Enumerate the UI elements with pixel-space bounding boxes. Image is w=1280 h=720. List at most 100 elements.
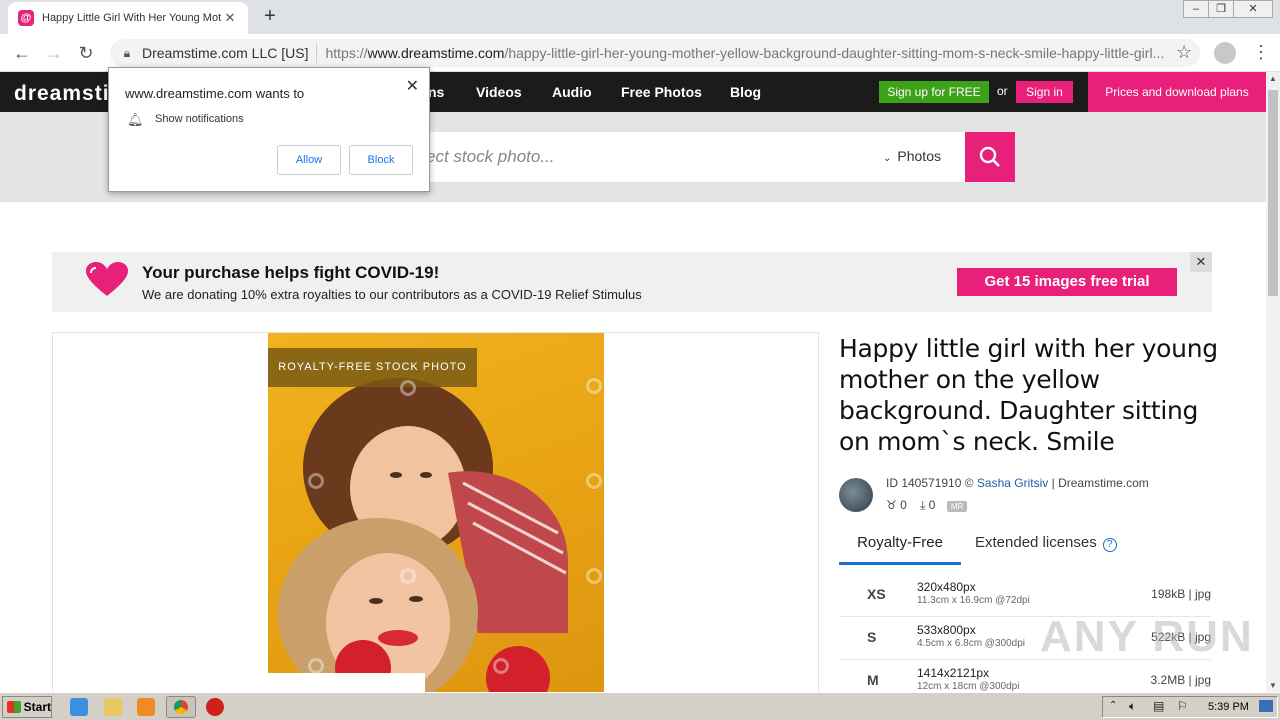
site-suffix: | Dreamstime.com [1051, 476, 1149, 490]
nav-link-videos[interactable]: Videos [476, 84, 522, 100]
covid-subtitle: We are donating 10% extra royalties to o… [142, 287, 642, 302]
size-print: 12cm x 18cm @300dpi [917, 681, 1020, 692]
bell-icon: 🔔︎ [127, 112, 144, 127]
reload-icon[interactable]: ↻ [74, 42, 98, 64]
size-print: 11.3cm x 16.9cm @72dpi [917, 595, 1030, 606]
antivirus-icon[interactable] [206, 698, 224, 716]
media-player-icon[interactable] [137, 698, 155, 716]
search-type-select[interactable]: ⌄ Photos [883, 148, 941, 164]
size-file: 3.2MB | jpg [1150, 673, 1211, 687]
close-popup-icon[interactable]: ✕ [406, 76, 419, 96]
notification-permission-popup: www.dreamstime.com wants to ✕ 🔔︎ Show no… [108, 67, 430, 192]
windows-taskbar: Start ⌃ 🔈︎ ▤ ⚐ 5:39 PM [0, 692, 1280, 720]
image-panel: ROYALTY-FREE STOCK PHOTO [52, 332, 819, 702]
browser-menu-icon[interactable]: ⋮ [1252, 42, 1270, 63]
restore-window-button[interactable]: ❐ [1208, 0, 1234, 18]
network-icon[interactable]: ▤ [1153, 699, 1164, 713]
chrome-icon [174, 700, 188, 714]
show-desktop-icon[interactable] [1259, 700, 1273, 712]
explorer-folder-icon[interactable] [104, 698, 122, 716]
scroll-thumb[interactable] [1268, 90, 1278, 296]
search-button[interactable] [965, 132, 1015, 182]
search-input[interactable] [418, 132, 868, 182]
account-avatar-icon[interactable] [1214, 42, 1236, 64]
download-icon: ⤓ [920, 498, 926, 512]
url-path: /happy-little-girl-her-young-mother-yell… [504, 45, 1165, 61]
royalty-free-badge: ROYALTY-FREE STOCK PHOTO [268, 348, 477, 387]
size-row-xs[interactable]: XS 320x480px 11.3cm x 16.9cm @72dpi 198k… [839, 574, 1211, 617]
volume-icon[interactable]: 🔈︎ [1129, 699, 1136, 714]
certificate-org: Dreamstime.com LLC [US] [140, 43, 318, 63]
tab-royalty-free[interactable]: Royalty-Free [839, 524, 961, 565]
likes-icon: ♉︎ [886, 498, 897, 512]
author-avatar[interactable] [839, 478, 873, 512]
image-id: ID 140571910 © [886, 476, 974, 490]
close-window-button[interactable]: ✕ [1233, 0, 1273, 18]
ie-icon[interactable] [70, 698, 88, 716]
free-trial-button[interactable]: Get 15 images free trial [957, 268, 1177, 296]
watermark-swirl-icon [400, 380, 416, 396]
size-pixels: 533x800px [917, 623, 976, 637]
page-scrollbar[interactable]: ▲ ▼ [1266, 72, 1280, 692]
new-tab-button[interactable]: + [258, 6, 282, 28]
size-file: 198kB | jpg [1151, 587, 1211, 601]
watermark-swirl-icon [400, 568, 416, 584]
nav-link-audio[interactable]: Audio [552, 84, 592, 100]
close-tab-icon[interactable]: ✕ [222, 10, 238, 26]
tray-expand-icon[interactable]: ⌃ [1109, 700, 1117, 711]
photo-illustration [278, 378, 568, 701]
chevron-down-icon: ⌄ [883, 153, 892, 164]
browser-tab-bar: @ Happy Little Girl With Her Young Mot ✕… [0, 0, 1280, 34]
image-id-line: ID 140571910 © Sasha Gritsiv | Dreamstim… [886, 476, 1149, 490]
help-icon[interactable]: ? [1102, 538, 1117, 552]
signin-button[interactable]: Sign in [1016, 81, 1073, 103]
image-stats: ♉︎ 0 ⤓ 0 MR [886, 498, 968, 513]
close-banner-icon[interactable]: ✕ [1190, 252, 1212, 272]
forward-arrow-icon[interactable]: → [42, 42, 66, 64]
search-icon [979, 146, 1000, 167]
signup-button[interactable]: Sign up for FREE [879, 81, 989, 103]
covid-title: Your purchase helps fight COVID-19! [142, 263, 440, 282]
image-title: Happy little girl with her young mother … [839, 334, 1218, 456]
back-arrow-icon[interactable]: ← [10, 42, 34, 64]
url-scheme: https:// [325, 45, 368, 61]
anyrun-watermark: ANY RUN [1040, 612, 1254, 661]
flag-icon[interactable]: ⚐ [1177, 699, 1188, 713]
block-button[interactable]: Block [349, 145, 413, 175]
start-button[interactable]: Start [2, 696, 52, 718]
tab-extended-licenses[interactable]: Extended licenses? [975, 524, 1145, 565]
windows-logo-icon [7, 701, 21, 713]
covid-banner: Your purchase helps fight COVID-19! We a… [52, 252, 1212, 312]
prices-button[interactable]: Prices and download plans [1088, 72, 1266, 112]
size-code: M [867, 672, 879, 688]
watermark-swirl-icon [586, 378, 602, 394]
scroll-down-icon[interactable]: ▼ [1269, 681, 1277, 690]
search-box: ⌄ Photos [418, 132, 965, 182]
or-label: or [997, 84, 1008, 98]
bookmark-star-icon[interactable]: ☆ [1176, 42, 1192, 63]
size-print: 4.5cm x 6.8cm @300dpi [917, 638, 1025, 649]
url-bar[interactable]: 🔒︎ Dreamstime.com LLC [US] https:// www.… [110, 39, 1200, 67]
browser-tab[interactable]: @ Happy Little Girl With Her Young Mot ✕ [8, 2, 248, 34]
stock-photo[interactable]: ROYALTY-FREE STOCK PHOTO [268, 333, 604, 701]
start-label: Start [23, 700, 51, 714]
nav-link-free-photos[interactable]: Free Photos [621, 84, 702, 100]
lock-icon: 🔒︎ [123, 45, 131, 60]
model-release-badge: MR [946, 501, 968, 512]
dreamstime-favicon-icon: @ [18, 10, 34, 26]
url-host: www.dreamstime.com [367, 45, 505, 61]
size-pixels: 320x480px [917, 580, 976, 594]
heart-icon [86, 262, 128, 296]
watermark-swirl-icon [308, 473, 324, 489]
nav-link-partial[interactable]: ns [428, 84, 444, 100]
chrome-taskbar-button[interactable] [166, 696, 196, 718]
minimize-window-button[interactable]: ‒ [1183, 0, 1209, 18]
nav-link-blog[interactable]: Blog [730, 84, 761, 100]
permission-site-line: www.dreamstime.com wants to [125, 86, 305, 101]
size-pixels: 1414x2121px [917, 666, 990, 680]
author-link[interactable]: Sasha Gritsiv [977, 476, 1048, 490]
size-row-m[interactable]: M 1414x2121px 12cm x 18cm @300dpi 3.2MB … [839, 660, 1211, 692]
allow-button[interactable]: Allow [277, 145, 341, 175]
scroll-up-icon[interactable]: ▲ [1269, 74, 1277, 83]
tab-title: Happy Little Girl With Her Young Mot [42, 12, 222, 24]
